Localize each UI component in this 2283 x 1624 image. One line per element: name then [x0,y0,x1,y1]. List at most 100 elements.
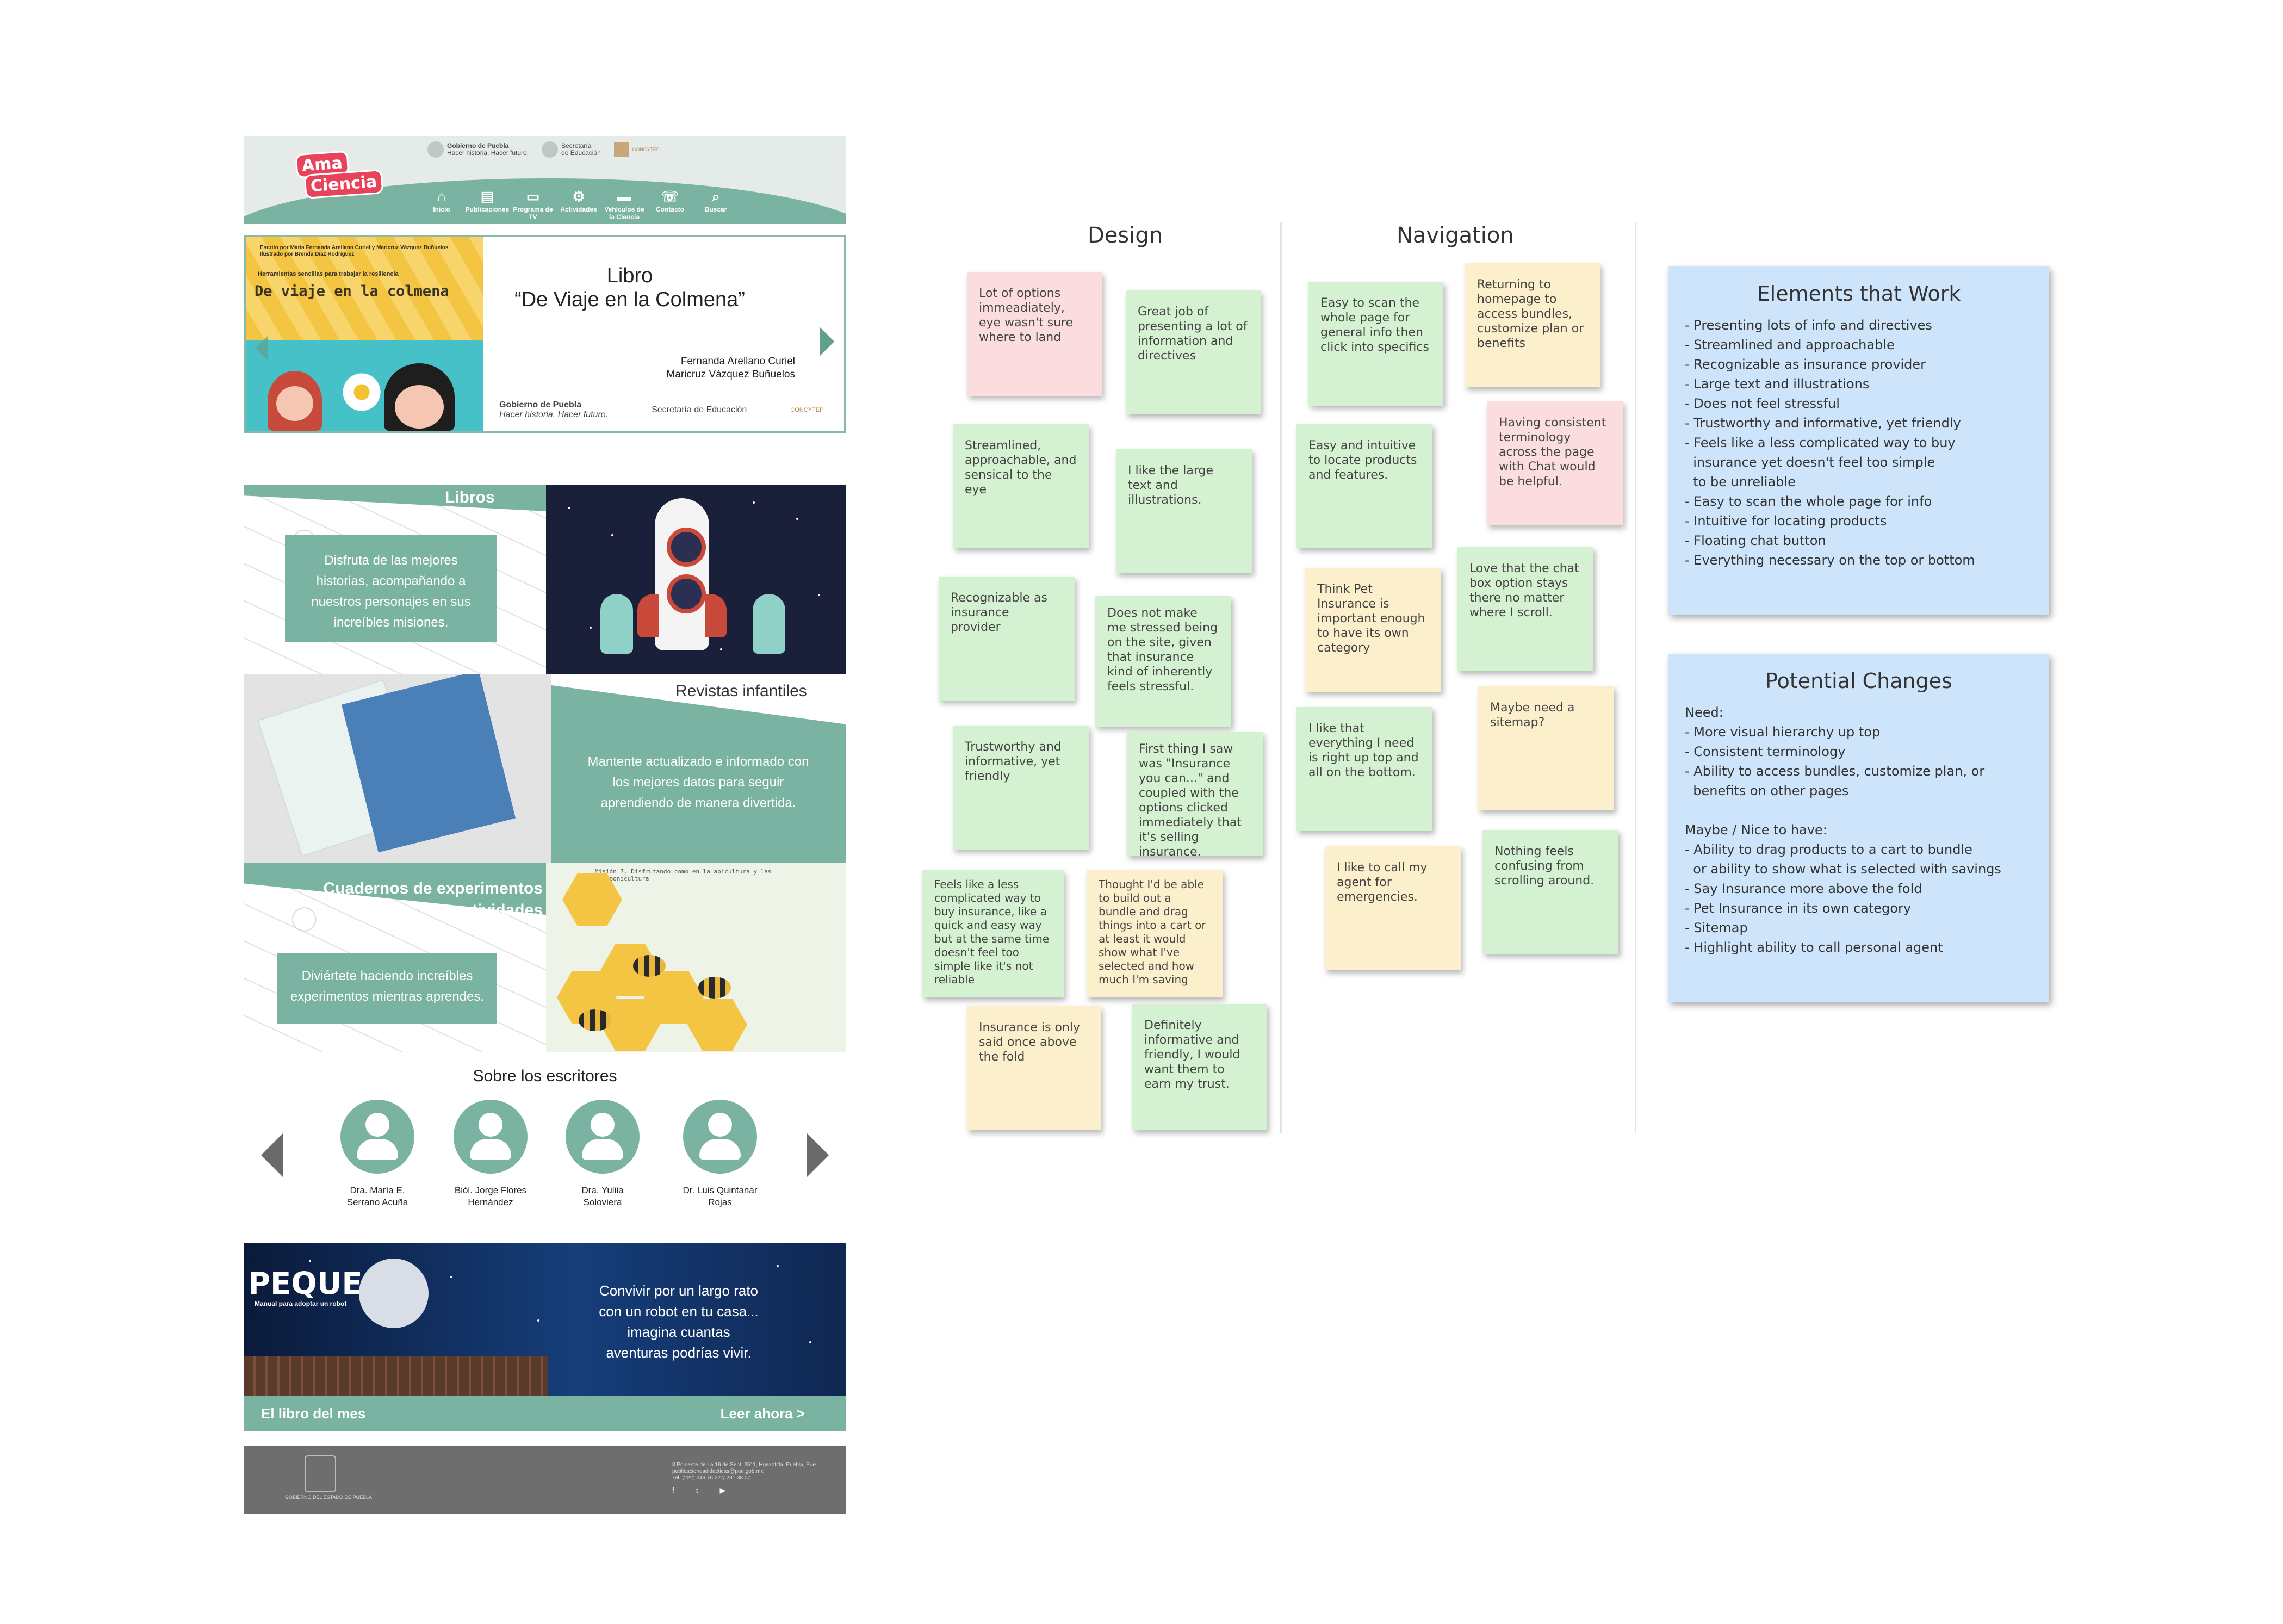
sticky-note[interactable]: I like to call my agent for emergencies. [1325,846,1461,970]
sticky-note[interactable]: Recognizable as insurance provider [939,577,1075,701]
nav-item-programa-tv[interactable]: ▭ Programa de TV [510,187,556,221]
cover-credit-authors: Escrito por María Fernanda Arellano Curi… [260,245,449,251]
website-mockup: Ama Ciencia Gobierno de Puebla Hacer hist… [244,136,846,1514]
panel-line: - Easy to scan the whole page for info [1685,494,1932,509]
panel-line: - Feels like a less complicated way to b… [1685,435,1956,450]
hero-info-card: Libro “De Viaje en la Colmena” Fernanda … [483,237,844,431]
cover-subtitle: Herramientas sencillas para trabajar la … [258,271,399,277]
sticky-note[interactable]: Nothing feels confusing from scrolling a… [1482,830,1618,954]
logo-title: Gobierno de Puebla [499,400,582,410]
hero-author: Maricruz Vázquez Buñuelos [666,369,795,380]
logo-subtitle: Hacer historia. Hacer futuro. [499,410,609,419]
flower-illustration [343,373,381,411]
sticky-note[interactable]: Definitely informative and friendly, I w… [1132,1004,1267,1130]
sticky-note[interactable]: Thought I'd be able to build out a bundl… [1087,870,1223,997]
sticky-note[interactable]: Love that the chat box option stays ther… [1457,547,1593,671]
sticky-note[interactable]: I like that everything I need is right u… [1296,707,1432,831]
writer-name-line: Rojas [708,1197,732,1207]
section-title: Cuadernos de experimentos y actividades [303,878,543,921]
sticky-note[interactable]: Maybe need a sitemap? [1478,686,1614,810]
panel-title: Potential Changes [1765,669,1952,693]
sticky-note[interactable]: Insurance is only said once above the fo… [967,1006,1101,1130]
nav-item-contacto[interactable]: ☏ Contacto [647,187,693,221]
read-now-link[interactable]: Leer ahora > [721,1405,805,1422]
nav-item-inicio[interactable]: ⌂ Inicio [419,187,464,221]
book-cover-image[interactable]: Escrito por María Fernanda Arellano Curi… [246,237,483,431]
carousel-prev-icon[interactable] [256,336,268,360]
rocket-illustration[interactable] [546,485,846,674]
writers-title: Sobre los escritores [473,1067,617,1085]
panel-line: benefits on other pages [1685,783,1849,798]
site-header: Ama Ciencia Gobierno de Puebla Hacer hist… [244,136,846,224]
cover-title: De viaje en la colmena [255,283,449,300]
writer-card[interactable]: Dr. Luis Quintanar Rojas [671,1100,769,1208]
sticky-note[interactable]: Lot of options immeadiately, eye wasn't … [967,272,1102,396]
panel-line: - Presenting lots of info and directives [1685,318,1932,333]
nav-item-publicaciones[interactable]: ▤ Publicaciones [464,187,510,221]
sticky-note[interactable]: Great job of presenting a lot of informa… [1126,290,1261,414]
sticky-note[interactable]: Feels like a less complicated way to buy… [922,870,1064,997]
writer-name-line: Serrano Acuña [346,1197,408,1207]
peque-subtitle: Manual para adoptar un robot [255,1300,347,1307]
nav-item-actividades[interactable]: ⚙ Actividades [556,187,601,221]
panel-line: to be unreliable [1685,474,1796,489]
sticky-note[interactable]: Having consistent terminology across the… [1487,401,1623,525]
writer-card[interactable]: Biól. Jorge Flores Hernández [442,1100,539,1208]
sticky-note[interactable]: Trustworthy and informative, yet friendl… [953,726,1089,850]
address-line: 8 Poniente de La 16 de Sept. #511, Huexo… [672,1462,817,1468]
moon-graphic [359,1259,429,1328]
nav-item-vehiculos[interactable]: ▬ Vehículos de la Ciencia [601,187,647,221]
panel-line: - Streamlined and approachable [1685,337,1895,352]
puebla-logo: Gobierno de Puebla Hacer historia. Hacer … [427,141,529,158]
sticky-note[interactable]: Easy and intuitive to locate products an… [1296,424,1432,548]
writers-next-icon[interactable] [807,1133,829,1177]
logo-title: CONCYTEP [632,146,660,152]
writer-name: Dra. María E. Serrano Acuña [328,1185,426,1208]
nav-item-buscar[interactable]: ⌕ Buscar [693,187,739,221]
column-divider [1280,222,1282,1133]
logo-subtitle: Hacer historia. Hacer futuro. [447,149,529,157]
panel-line: - Does not feel stressful [1685,396,1840,411]
avatar-icon [566,1100,640,1174]
nav-label: Programa de TV [513,206,553,221]
logo-subtitle: de Educación [561,149,601,157]
writer-name-line: Dra. María E. [350,1185,405,1195]
gamepad-icon: ⚙ [572,188,585,204]
magazine-image[interactable] [244,674,551,863]
writer-card[interactable]: Dra. Yuliia Soloviera [554,1100,652,1208]
panel-line: - Recognizable as insurance provider [1685,357,1926,372]
carousel-next-icon[interactable] [820,327,834,356]
writer-card[interactable]: Dra. María E. Serrano Acuña [328,1100,426,1208]
panel-line: - More visual hierarchy up top [1685,724,1881,740]
cuadernos-description: Diviértete haciendo increíbles experimen… [277,953,497,1024]
sticky-note[interactable]: Returning to homepage to access bundles,… [1465,263,1600,387]
panel-line: - Everything necessary on the top or bot… [1685,553,1975,568]
writer-name-line: Soloviera [583,1197,622,1207]
nav-label: Contacto [656,206,684,213]
concytep-logo: CONCYTEP [613,142,660,157]
writers-prev-icon[interactable] [261,1133,283,1177]
book-of-month-label: El libro del mes [261,1405,366,1422]
astronaut-girl [600,594,633,654]
section-title-line: Cuadernos de experimentos [323,879,543,897]
sticky-note[interactable]: I like the large text and illustrations. [1116,449,1252,573]
sticky-note[interactable]: Does not make me stressed being on the s… [1095,596,1231,727]
sticky-note[interactable]: Think Pet Insurance is important enough … [1305,568,1441,692]
search-icon: ⌕ [711,188,720,204]
peque-description: Convivir por un largo rato con un robot … [599,1282,759,1361]
sticky-note[interactable]: First thing I saw was "Insurance you can… [1127,732,1263,859]
sticky-note[interactable]: Easy to scan the whole page for general … [1308,282,1443,406]
truck-icon: ▬ [617,188,631,204]
cover-credit-illustrator: Ilustrado por Brenda Díaz Rodríguez [260,251,355,257]
astronaut-boy [753,594,785,654]
sep-logo: Secretaría de Educación [542,141,601,158]
bees-activity-image[interactable]: Misión 7. Disfrutando como en la apicult… [546,863,846,1052]
avatar-icon [340,1100,414,1174]
peque-title: PEQUE [248,1266,363,1301]
social-icons[interactable]: f t ▶ [672,1486,735,1495]
sticky-note[interactable]: Streamlined, approachable, and sensical … [953,424,1089,548]
amaciencia-logo[interactable]: Ama Ciencia [295,150,384,199]
book-of-month-banner[interactable]: PEQUE Manual para adoptar un robot Convi… [244,1243,846,1396]
panel-line: - Large text and illustrations [1685,376,1870,392]
writer-name: Dra. Yuliia Soloviera [554,1185,652,1208]
